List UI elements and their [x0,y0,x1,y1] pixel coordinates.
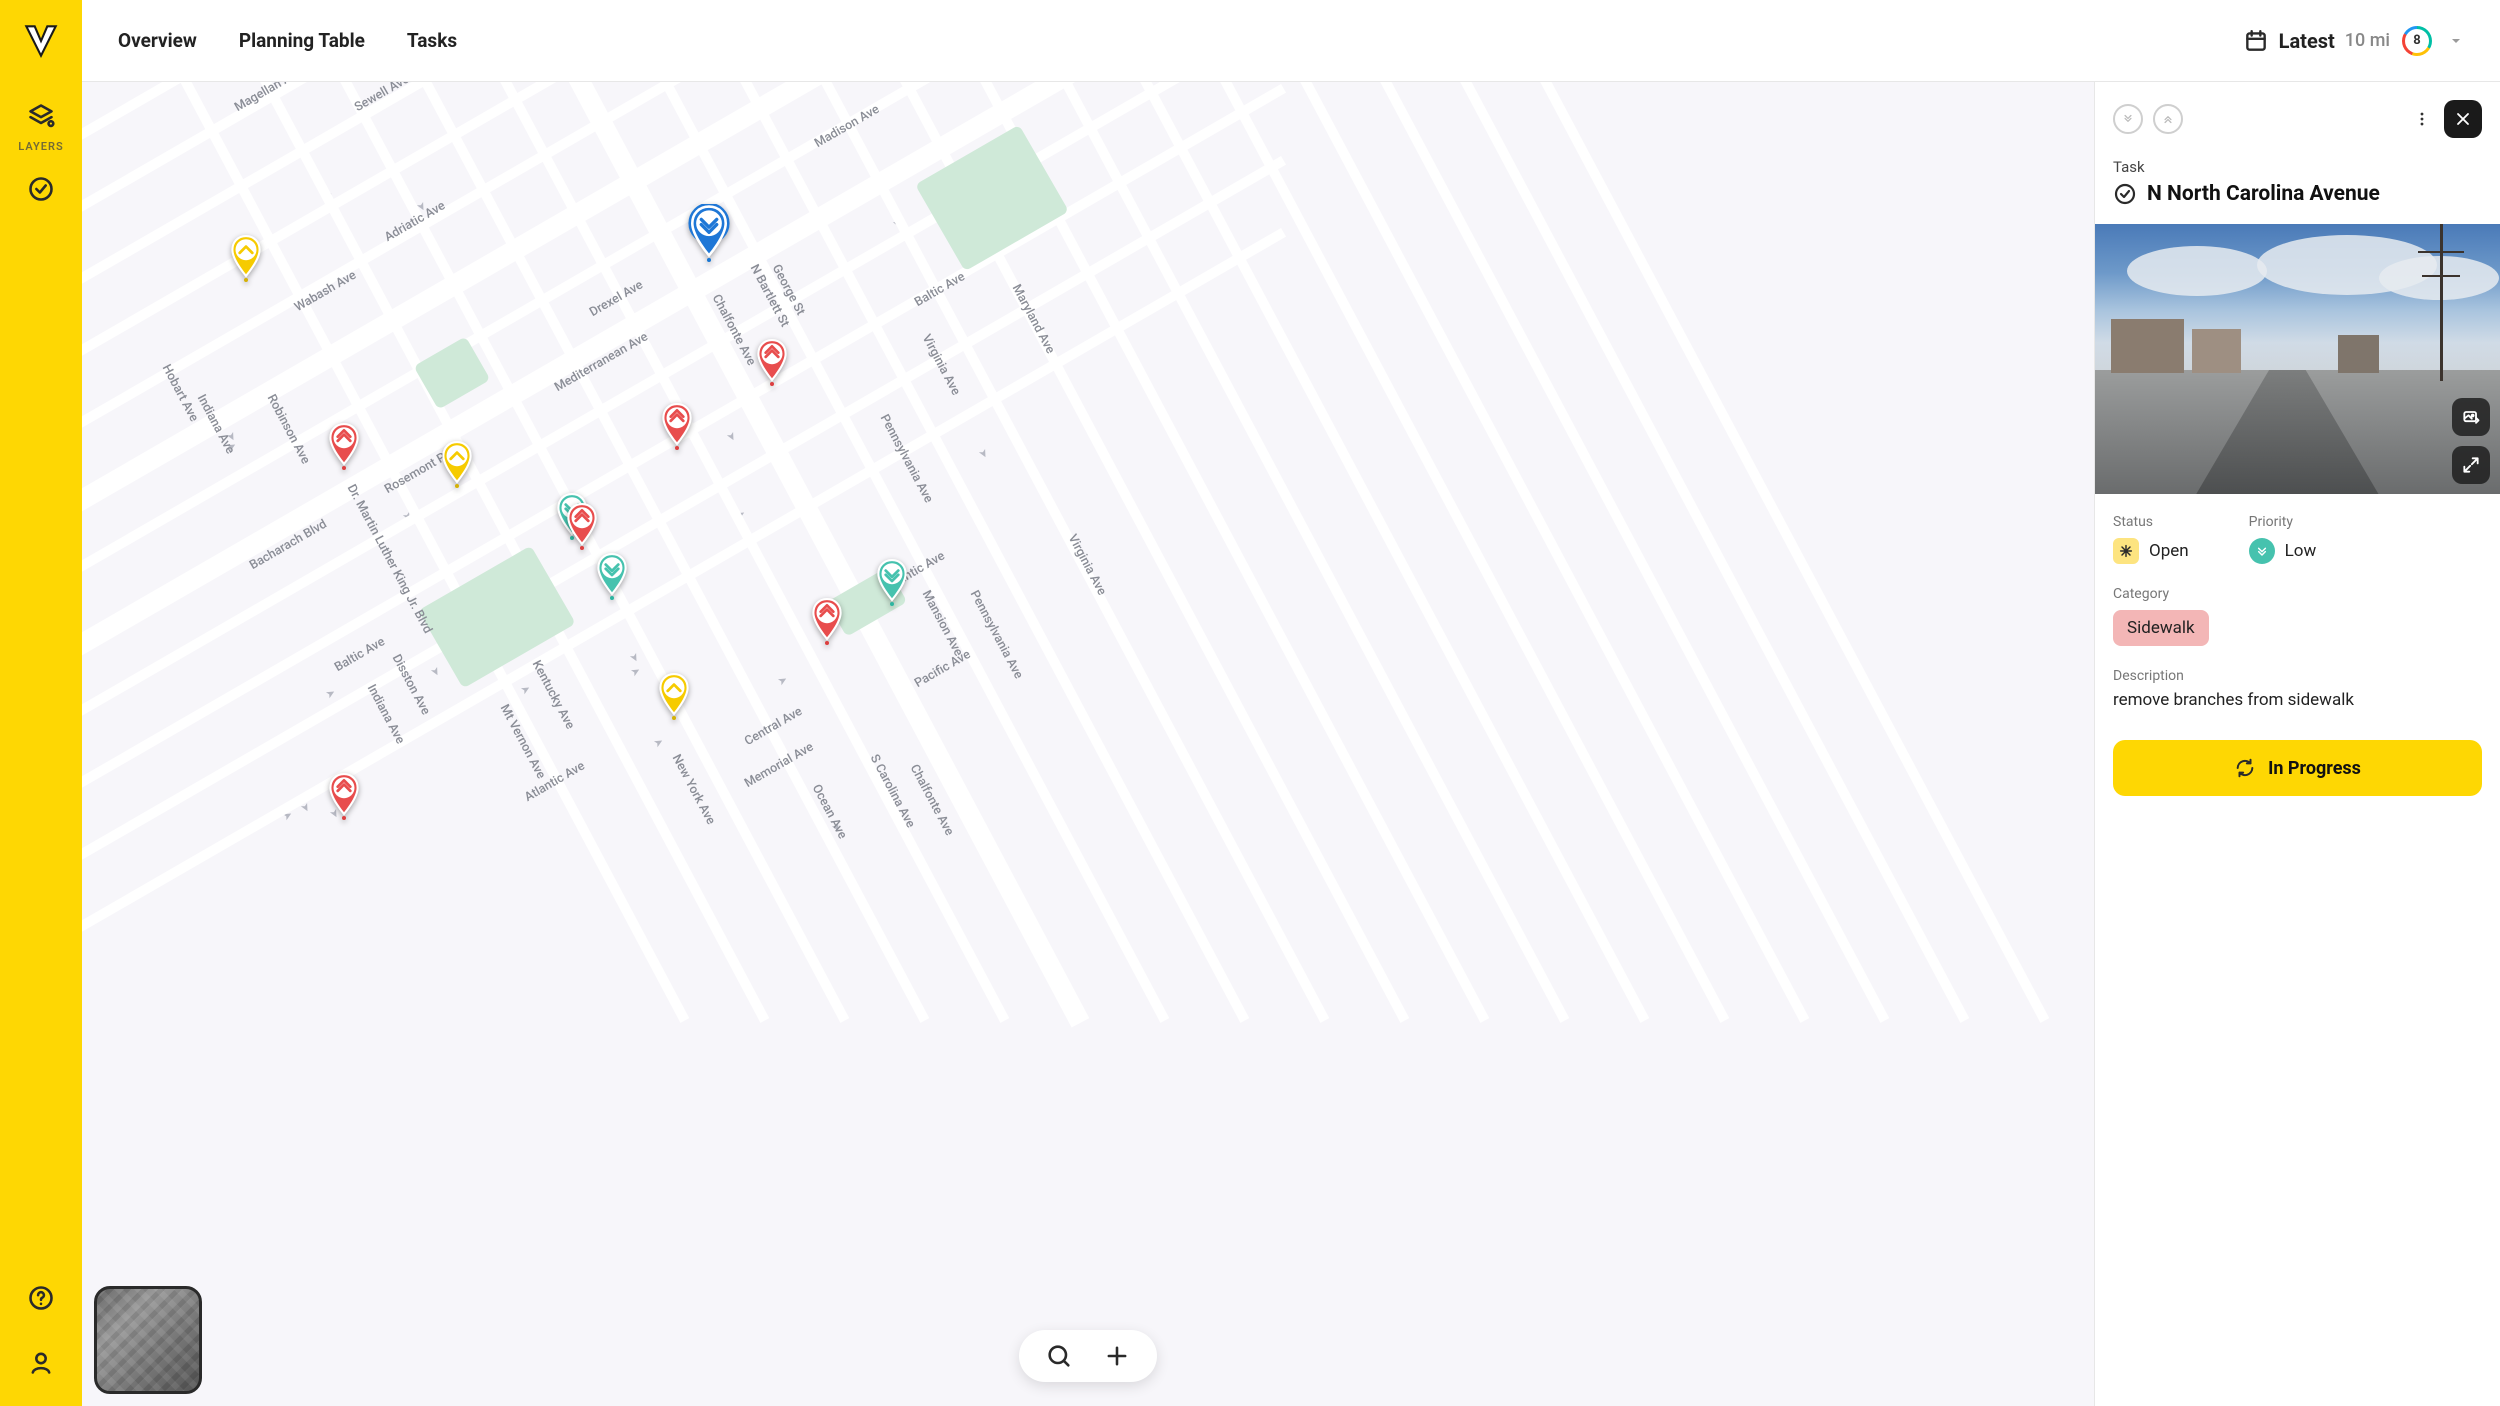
next-task-button[interactable] [2153,104,2183,134]
description-label: Description [2113,668,2482,684]
main-area: Overview Planning Table Tasks Latest 10 … [82,0,2500,1406]
tasks-layer-toggle[interactable] [27,175,55,203]
layers-label: LAYERS [18,140,63,153]
map-pin[interactable] [327,422,361,466]
prev-task-button[interactable] [2113,104,2143,134]
task-status-icon [2113,182,2137,206]
priority-value[interactable]: Low [2249,538,2317,564]
map-search-button[interactable] [1045,1342,1073,1370]
map-pin[interactable] [595,552,629,596]
tab-planning-table[interactable]: Planning Table [239,29,365,52]
status-label: Status [2113,514,2189,530]
street-label: Dr. Martin Luther King Jr. Blvd [344,482,435,636]
street-label: Virginia Ave [1065,532,1110,598]
profile-icon[interactable] [27,1348,55,1376]
task-photo[interactable] [2095,224,2500,494]
task-section-label: Task [2113,158,2482,176]
street-label: Madison Ave [812,102,882,151]
tab-overview[interactable]: Overview [118,29,197,52]
map-pin[interactable] [810,597,844,641]
map-canvas[interactable]: ➤➤➤➤➤➤➤➤➤➤➤➤➤➤➤➤➤➤➤➤➤➤➤➤ Wabash AveAdria… [82,82,2094,1406]
task-detail-panel: Task N North Carolina Avenue [2094,82,2500,1406]
map-add-button[interactable] [1103,1342,1131,1370]
distance-label: 10 mi [2345,30,2390,51]
nav-tabs: Overview Planning Table Tasks [118,29,457,52]
map-pin[interactable] [327,772,361,816]
priority-icon [2249,538,2275,564]
street-label: Baltic Ave [332,634,388,675]
map-style-toggle[interactable] [94,1286,202,1394]
street-label: Kentucky Ave [529,658,578,732]
task-count-badge[interactable]: 8 [2402,26,2432,56]
map-pin[interactable] [229,234,263,278]
date-selector[interactable]: Latest 10 mi [2243,28,2390,54]
map-pin[interactable] [875,558,909,602]
layers-icon[interactable] [27,102,55,130]
map-pin[interactable] [755,338,789,382]
category-label: Category [2113,586,2482,602]
priority-label: Priority [2249,514,2317,530]
calendar-icon [2243,28,2269,54]
more-options-button[interactable] [2410,104,2434,134]
status-icon [2113,538,2139,564]
street-label: Hobart Ave [159,362,202,424]
map-pin[interactable] [565,502,599,546]
app-logo[interactable] [20,20,62,62]
status-value[interactable]: Open [2113,538,2189,564]
in-progress-button[interactable]: In Progress [2113,740,2482,796]
photo-expand-button[interactable] [2452,446,2490,484]
map-pin[interactable] [657,672,691,716]
sidebar-rail: LAYERS [0,0,82,1406]
close-panel-button[interactable] [2444,100,2482,138]
category-chip[interactable]: Sidewalk [2113,610,2209,646]
map-pin[interactable] [440,440,474,484]
street-label: Indiana Ave [364,682,408,747]
refresh-icon [2234,757,2256,779]
date-label: Latest [2279,29,2335,53]
tab-tasks[interactable]: Tasks [407,29,457,52]
map-toolbar [1019,1330,1157,1382]
photo-swap-button[interactable] [2452,398,2490,436]
help-icon[interactable] [27,1284,55,1312]
chevron-down-icon[interactable] [2448,33,2464,49]
map-pin[interactable] [660,402,694,446]
top-header: Overview Planning Table Tasks Latest 10 … [82,0,2500,82]
map-pin[interactable] [688,204,730,258]
description-text: remove branches from sidewalk [2113,690,2482,710]
street-label: Pacific Ave [912,647,973,691]
task-title: N North Carolina Avenue [2147,182,2380,206]
